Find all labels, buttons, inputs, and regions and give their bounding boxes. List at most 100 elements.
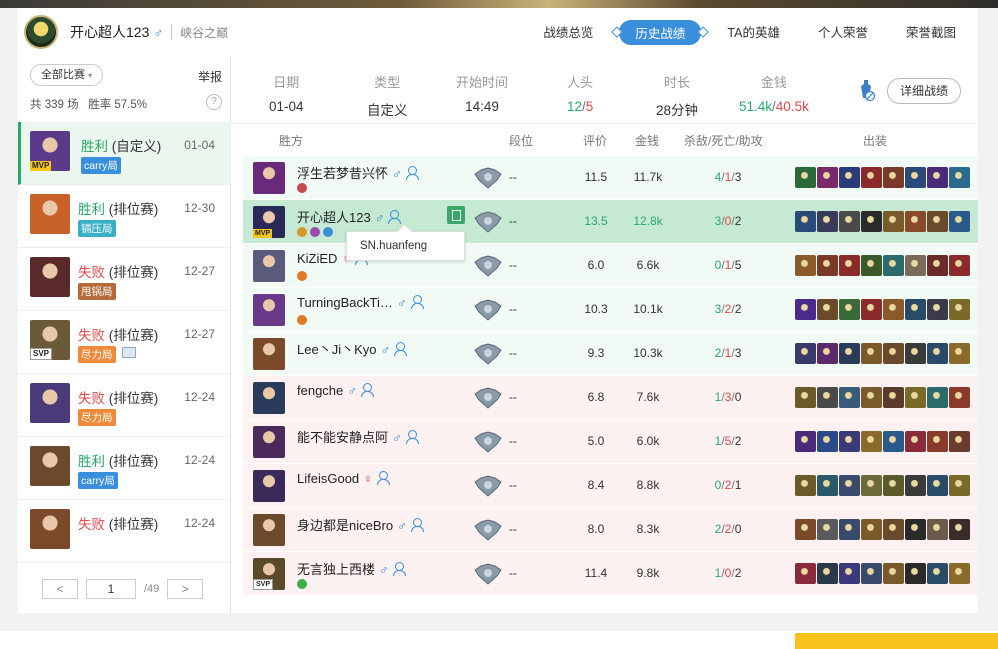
- item-icon[interactable]: [861, 211, 882, 232]
- item-icon[interactable]: [905, 343, 926, 364]
- match-list-item[interactable]: 失败 (排位赛) 12-27 甩锅局: [18, 248, 231, 311]
- item-icon[interactable]: [883, 475, 904, 496]
- item-icon[interactable]: [817, 167, 838, 188]
- item-icon[interactable]: [795, 563, 816, 584]
- item-icon[interactable]: [861, 563, 882, 584]
- item-icon[interactable]: [795, 431, 816, 452]
- add-friend-icon[interactable]: [392, 562, 409, 576]
- item-icon[interactable]: [883, 563, 904, 584]
- item-icon[interactable]: [817, 255, 838, 276]
- item-icon[interactable]: [839, 387, 860, 408]
- item-icon[interactable]: [905, 167, 926, 188]
- item-icon[interactable]: [795, 299, 816, 320]
- add-friend-icon[interactable]: [388, 210, 404, 224]
- player-name[interactable]: LifeisGood ♀: [297, 471, 393, 486]
- item-icon[interactable]: [839, 431, 860, 452]
- add-friend-icon[interactable]: [361, 383, 377, 397]
- player-row[interactable]: Lee丶Ji丶Kyo ♂ -- 9.3 10.3k 2/1/3: [243, 332, 978, 376]
- item-icon[interactable]: [883, 299, 904, 320]
- item-icon[interactable]: [949, 519, 970, 540]
- player-row[interactable]: SVP 无言独上西楼 ♂ -- 11.4 9.8k 1/0/2: [243, 552, 978, 596]
- match-filter-dropdown[interactable]: 全部比赛 ▾: [30, 64, 104, 86]
- item-icon[interactable]: [905, 519, 926, 540]
- player-name[interactable]: 开心超人123 ♂: [297, 207, 404, 226]
- player-row[interactable]: 浮生若梦昔兴怀 ♂ -- 11.5 11.7k 4/1/3: [243, 156, 978, 200]
- item-icon[interactable]: [905, 563, 926, 584]
- item-icon[interactable]: [861, 167, 882, 188]
- item-icon[interactable]: [861, 519, 882, 540]
- item-icon[interactable]: [839, 255, 860, 276]
- player-name[interactable]: fengche ♂: [297, 383, 377, 398]
- item-icon[interactable]: [795, 387, 816, 408]
- match-list-item[interactable]: SVP 失败 (排位赛) 12-27 尽力局: [18, 311, 231, 374]
- champion-icon[interactable]: [253, 162, 285, 194]
- champion-icon[interactable]: [253, 294, 285, 326]
- item-icon[interactable]: [839, 211, 860, 232]
- item-icon[interactable]: [927, 431, 948, 452]
- item-icon[interactable]: [949, 387, 970, 408]
- item-icon[interactable]: [795, 519, 816, 540]
- add-friend-icon[interactable]: [394, 342, 410, 356]
- item-icon[interactable]: [883, 387, 904, 408]
- item-icon[interactable]: [927, 211, 948, 232]
- tab-overview[interactable]: 战绩总览: [531, 20, 605, 45]
- item-icon[interactable]: [839, 167, 860, 188]
- item-icon[interactable]: [839, 343, 860, 364]
- item-icon[interactable]: [949, 563, 970, 584]
- item-icon[interactable]: [927, 519, 948, 540]
- item-icon[interactable]: [795, 255, 816, 276]
- item-icon[interactable]: [883, 211, 904, 232]
- add-friend-icon[interactable]: [410, 295, 427, 309]
- tab-honors[interactable]: 个人荣誉: [806, 20, 880, 45]
- help-icon[interactable]: ?: [206, 94, 222, 110]
- player-row[interactable]: fengche ♂ -- 6.8 7.6k 1/3/0: [243, 376, 978, 420]
- champion-icon[interactable]: SVP: [253, 558, 285, 590]
- replay-icon[interactable]: [856, 78, 876, 102]
- item-icon[interactable]: [927, 387, 948, 408]
- item-icon[interactable]: [817, 475, 838, 496]
- match-list-item[interactable]: 胜利 (排位赛) 12-30 镉压局: [18, 185, 231, 248]
- item-icon[interactable]: [861, 255, 882, 276]
- champion-icon[interactable]: [253, 338, 285, 370]
- player-name[interactable]: 身边都是niceBro ♂: [297, 515, 427, 534]
- champion-icon[interactable]: [253, 514, 285, 546]
- tab-heroes[interactable]: TA的英雄: [715, 20, 792, 45]
- item-icon[interactable]: [927, 343, 948, 364]
- champion-icon[interactable]: [253, 470, 285, 502]
- item-icon[interactable]: [817, 299, 838, 320]
- item-icon[interactable]: [817, 563, 838, 584]
- item-icon[interactable]: [949, 343, 970, 364]
- prev-page-button[interactable]: <: [42, 579, 78, 599]
- item-icon[interactable]: [861, 431, 882, 452]
- item-icon[interactable]: [905, 255, 926, 276]
- player-row[interactable]: LifeisGood ♀ -- 8.4 8.8k 0/2/1: [243, 464, 978, 508]
- item-icon[interactable]: [817, 387, 838, 408]
- item-icon[interactable]: [861, 299, 882, 320]
- match-list-item[interactable]: MVP 胜利 (自定义) 01-04 carry局: [18, 122, 231, 185]
- add-friend-icon[interactable]: [376, 471, 393, 485]
- add-friend-icon[interactable]: [405, 166, 422, 180]
- player-name[interactable]: 无言独上西楼 ♂: [297, 559, 409, 578]
- item-icon[interactable]: [949, 299, 970, 320]
- item-icon[interactable]: [839, 563, 860, 584]
- player-name[interactable]: 能不能安静点阿 ♂: [297, 427, 422, 446]
- copy-icon[interactable]: [447, 206, 465, 224]
- item-icon[interactable]: [883, 519, 904, 540]
- item-icon[interactable]: [839, 299, 860, 320]
- item-icon[interactable]: [861, 343, 882, 364]
- item-icon[interactable]: [949, 475, 970, 496]
- match-list-item[interactable]: 失败 (排位赛) 12-24: [18, 500, 231, 563]
- page-input[interactable]: 1: [86, 579, 136, 599]
- item-icon[interactable]: [905, 475, 926, 496]
- item-icon[interactable]: [795, 167, 816, 188]
- item-icon[interactable]: [817, 431, 838, 452]
- item-icon[interactable]: [949, 431, 970, 452]
- add-friend-icon[interactable]: [410, 518, 427, 532]
- item-icon[interactable]: [883, 167, 904, 188]
- item-icon[interactable]: [927, 167, 948, 188]
- player-name[interactable]: Lee丶Ji丶Kyo ♂: [297, 339, 410, 358]
- champion-icon[interactable]: [253, 250, 285, 282]
- detail-stats-button[interactable]: 详细战绩: [887, 78, 962, 104]
- next-page-button[interactable]: >: [167, 579, 204, 599]
- player-name[interactable]: 浮生若梦昔兴怀 ♂: [297, 163, 422, 182]
